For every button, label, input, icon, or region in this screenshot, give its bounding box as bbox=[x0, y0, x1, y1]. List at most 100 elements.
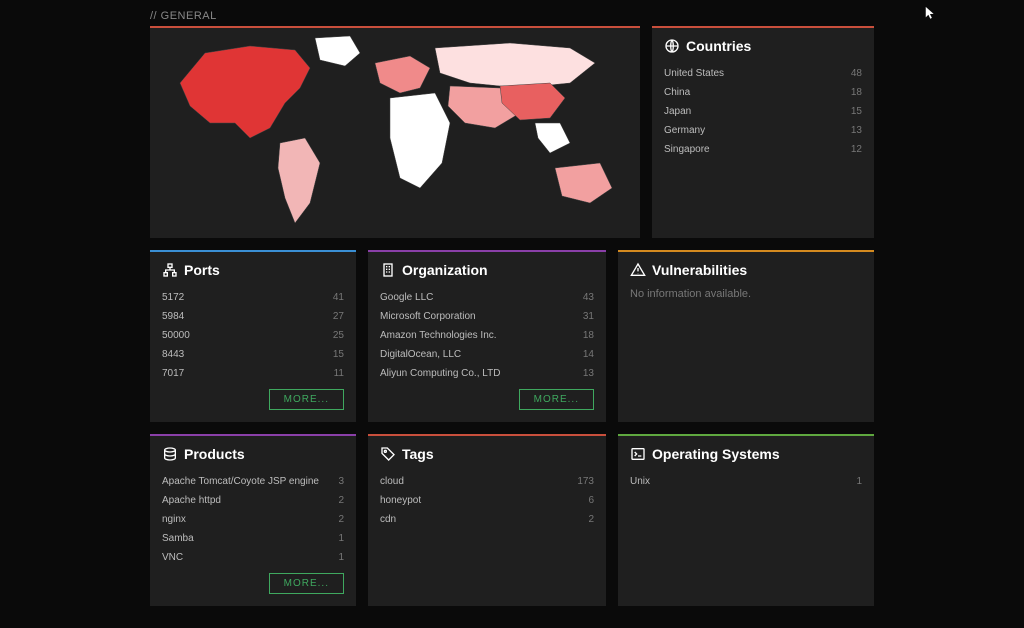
list-item-label: cdn bbox=[380, 514, 396, 525]
world-map[interactable] bbox=[150, 28, 640, 238]
list-item-label: honeypot bbox=[380, 495, 421, 506]
list-item[interactable]: 5984 27 bbox=[162, 307, 344, 326]
list-item-label: 5984 bbox=[162, 311, 184, 322]
list-item[interactable]: United States48 bbox=[664, 64, 862, 83]
list-item-label: nginx bbox=[162, 514, 186, 525]
list-item[interactable]: honeypot 6 bbox=[380, 491, 594, 510]
tags-card: Tags cloud173honeypot6cdn2 bbox=[368, 434, 606, 606]
section-header: // GENERAL bbox=[150, 10, 874, 22]
list-item-count: 41 bbox=[333, 292, 344, 303]
list-item[interactable]: Microsoft Corporation 31 bbox=[380, 307, 594, 326]
list-item-count: 11 bbox=[334, 368, 344, 379]
ports-more-button[interactable]: MORE... bbox=[269, 389, 344, 410]
vulnerabilities-card: Vulnerabilities No information available… bbox=[618, 250, 874, 422]
list-item[interactable]: Aliyun Computing Co., LTD13 bbox=[380, 364, 594, 383]
list-item-count: 3 bbox=[338, 476, 344, 487]
products-title: Products bbox=[184, 446, 245, 462]
list-item-count: 13 bbox=[851, 125, 862, 136]
organization-more-button[interactable]: MORE... bbox=[519, 389, 594, 410]
list-item-label: Unix bbox=[630, 476, 650, 487]
list-item[interactable]: nginx 2 bbox=[162, 510, 344, 529]
list-item[interactable]: China 18 bbox=[664, 83, 862, 102]
products-more-button[interactable]: MORE... bbox=[269, 573, 344, 594]
list-item[interactable]: cloud 173 bbox=[380, 472, 594, 491]
list-item-label: 7017 bbox=[162, 368, 184, 379]
list-item[interactable]: Germany 13 bbox=[664, 121, 862, 140]
disk-icon bbox=[162, 446, 178, 462]
list-item-label: Samba bbox=[162, 533, 194, 544]
list-item-count: 2 bbox=[588, 514, 594, 525]
list-item[interactable]: Singapore12 bbox=[664, 140, 862, 159]
list-item-label: DigitalOcean, LLC bbox=[380, 349, 461, 360]
list-item[interactable]: VNC 1 bbox=[162, 548, 344, 567]
list-item-count: 14 bbox=[583, 349, 594, 360]
list-item-count: 31 bbox=[583, 311, 594, 322]
vulnerabilities-title: Vulnerabilities bbox=[652, 262, 747, 278]
list-item[interactable]: Apache Tomcat/Coyote JSP engine 3 bbox=[162, 472, 344, 491]
list-item-label: Apache Tomcat/Coyote JSP engine bbox=[162, 476, 319, 487]
list-item-label: 8443 bbox=[162, 349, 184, 360]
list-item-count: 48 bbox=[851, 68, 862, 79]
list-item-count: 2 bbox=[338, 514, 344, 525]
organization-card: Organization Google LLC43Microsoft Corpo… bbox=[368, 250, 606, 422]
list-item-count: 15 bbox=[333, 349, 344, 360]
organization-list: Google LLC 43 Microsoft Corporation 31 Amazo… bbox=[380, 288, 594, 383]
list-item-count: 25 bbox=[333, 330, 344, 341]
list-item-count: 18 bbox=[851, 87, 862, 98]
warning-icon bbox=[630, 262, 646, 278]
ports-card: Ports 5172 41 5984 27 50000 25 8443 15 7017 11 MO… bbox=[150, 250, 356, 422]
list-item[interactable]: 7017 11 bbox=[162, 364, 344, 383]
terminal-icon bbox=[630, 446, 646, 462]
list-item-label: Amazon Technologies Inc. bbox=[380, 330, 497, 341]
list-item[interactable]: Amazon Technologies Inc. 18 bbox=[380, 326, 594, 345]
list-item-label: Japan bbox=[664, 106, 691, 117]
list-item[interactable]: Japan 15 bbox=[664, 102, 862, 121]
countries-list: United States48 China 18 Japan 15 Germany 13 Si… bbox=[664, 64, 862, 159]
list-item-label: Google LLC bbox=[380, 292, 433, 303]
list-item[interactable]: cdn 2 bbox=[380, 510, 594, 529]
list-item-count: 27 bbox=[333, 311, 344, 322]
list-item[interactable]: Google LLC 43 bbox=[380, 288, 594, 307]
list-item-count: 12 bbox=[851, 144, 862, 155]
list-item[interactable]: Unix 1 bbox=[630, 472, 862, 491]
os-title: Operating Systems bbox=[652, 446, 780, 462]
list-item-label: 5172 bbox=[162, 292, 184, 303]
tags-list: cloud 173 honeypot 6 cdn 2 bbox=[380, 472, 594, 529]
os-list: Unix 1 bbox=[630, 472, 862, 491]
list-item-label: Microsoft Corporation bbox=[380, 311, 476, 322]
ports-list: 5172 41 5984 27 50000 25 8443 15 7017 11 bbox=[162, 288, 344, 383]
countries-card: Countries United States48 China 18 Japan 15 G… bbox=[652, 26, 874, 238]
list-item-count: 15 bbox=[851, 106, 862, 117]
sitemap-icon bbox=[162, 262, 178, 278]
vulnerabilities-empty: No information available. bbox=[630, 288, 862, 300]
tag-icon bbox=[380, 446, 396, 462]
ports-title: Ports bbox=[184, 262, 220, 278]
list-item-count: 6 bbox=[588, 495, 594, 506]
list-item-label: VNC bbox=[162, 552, 183, 563]
list-item-label: Germany bbox=[664, 125, 705, 136]
list-item[interactable]: 8443 15 bbox=[162, 345, 344, 364]
list-item-label: Apache httpd bbox=[162, 495, 221, 506]
products-card: Products Apache Tomcat/Coyote JSP engine… bbox=[150, 434, 356, 606]
list-item-label: Aliyun Computing Co., LTD bbox=[380, 368, 500, 379]
list-item-count: 173 bbox=[577, 476, 594, 487]
list-item[interactable]: 5172 41 bbox=[162, 288, 344, 307]
list-item-count: 2 bbox=[338, 495, 344, 506]
list-item[interactable]: 50000 25 bbox=[162, 326, 344, 345]
world-map-card bbox=[150, 26, 640, 238]
list-item[interactable]: Apache httpd 2 bbox=[162, 491, 344, 510]
list-item[interactable]: DigitalOcean, LLC 14 bbox=[380, 345, 594, 364]
list-item-count: 1 bbox=[856, 476, 862, 487]
list-item[interactable]: Samba 1 bbox=[162, 529, 344, 548]
list-item-count: 1 bbox=[338, 533, 344, 544]
list-item-label: 50000 bbox=[162, 330, 190, 341]
countries-title: Countries bbox=[686, 38, 751, 54]
list-item-label: China bbox=[664, 87, 690, 98]
list-item-label: cloud bbox=[380, 476, 404, 487]
list-item-count: 18 bbox=[583, 330, 594, 341]
os-card: Operating Systems Unix 1 bbox=[618, 434, 874, 606]
list-item-count: 1 bbox=[338, 552, 344, 563]
products-list: Apache Tomcat/Coyote JSP engine 3 Apache h… bbox=[162, 472, 344, 567]
building-icon bbox=[380, 262, 396, 278]
list-item-count: 43 bbox=[583, 292, 594, 303]
